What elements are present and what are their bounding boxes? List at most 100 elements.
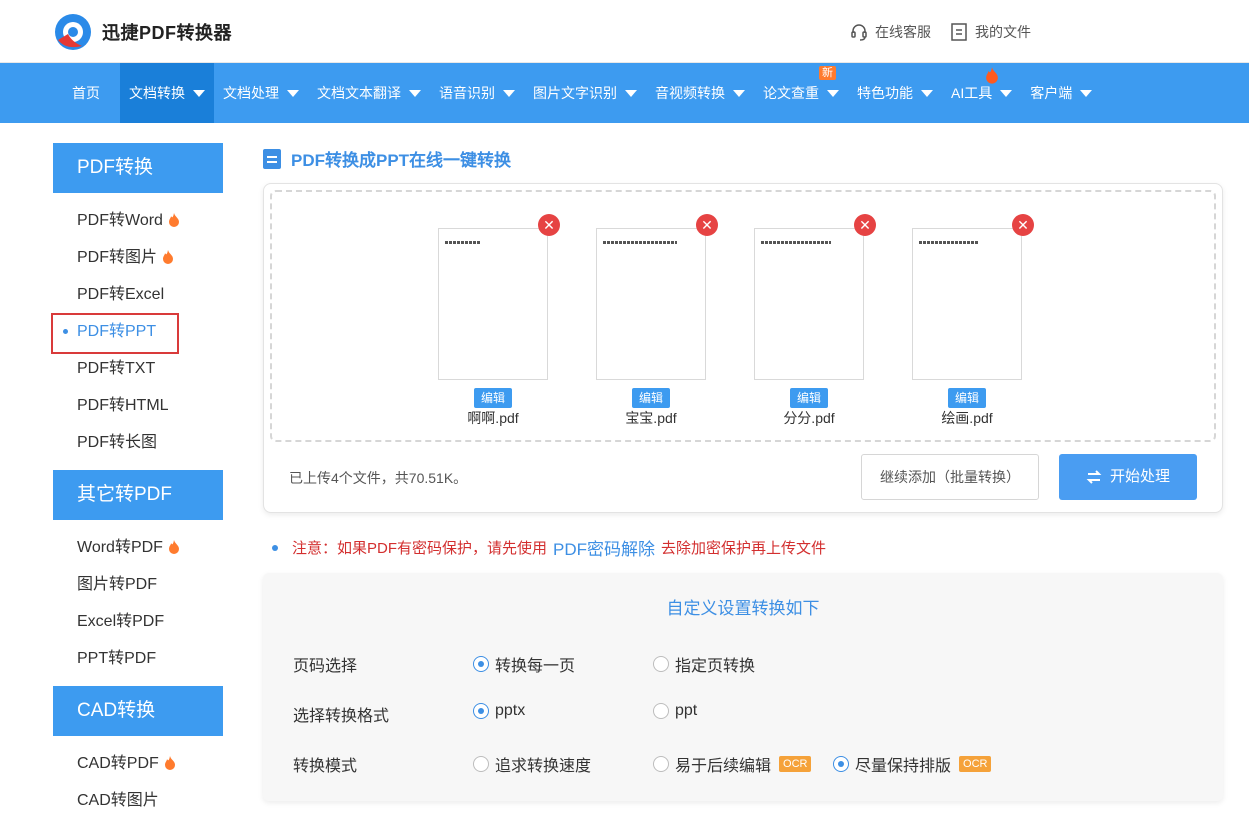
sidebar-item-pdf-to-image[interactable]: PDF转图片 xyxy=(53,239,223,276)
thumbnail-text-line xyxy=(603,241,677,244)
radio-unchecked-icon xyxy=(653,656,669,672)
setting-label: 选择转换格式 xyxy=(293,708,390,725)
nav-speech[interactable]: 语音识别 xyxy=(430,63,524,123)
nav-paper-check[interactable]: 论文查重 新 xyxy=(754,63,848,123)
nav-doc-process-label: 文档处理 xyxy=(223,85,279,101)
radio-unchecked-icon xyxy=(473,756,489,772)
customer-service-link[interactable]: 在线客服 xyxy=(849,22,931,42)
chevron-down-icon xyxy=(921,89,933,97)
nav-doc-process[interactable]: 文档处理 xyxy=(214,63,308,123)
nav-image-ocr[interactable]: 图片文字识别 xyxy=(524,63,646,123)
chevron-down-icon xyxy=(193,89,205,97)
radio-label: pptx xyxy=(495,702,526,719)
radio-checked-icon xyxy=(833,756,849,772)
radio-label: 转换每一页 xyxy=(495,658,576,675)
sidebar-item-pdf-to-excel[interactable]: PDF转Excel xyxy=(53,276,223,313)
delete-file-button[interactable]: ✕ xyxy=(1012,214,1034,236)
nav-features-label: 特色功能 xyxy=(857,85,913,101)
nav-home[interactable]: 首页 xyxy=(62,63,120,123)
bullet-icon xyxy=(272,544,278,551)
file-name: 分分.pdf xyxy=(783,410,835,426)
logo[interactable]: 迅捷PDF转换器 xyxy=(52,12,232,52)
radio-specific-pages[interactable]: 指定页转换 xyxy=(653,652,755,676)
file-card: ✕ 编辑 分分.pdf xyxy=(754,214,876,428)
edit-file-button[interactable]: 编辑 xyxy=(632,388,670,408)
nav-client[interactable]: 客户端 xyxy=(1021,63,1101,123)
radio-label: 指定页转换 xyxy=(675,658,756,675)
radio-label: ppt xyxy=(675,702,698,719)
chevron-down-icon xyxy=(625,89,637,97)
delete-file-button[interactable]: ✕ xyxy=(854,214,876,236)
sidebar: PDF转换 PDF转Word PDF转图片 PDF转Excel PDF转PPT … xyxy=(53,143,223,828)
top-bar: 迅捷PDF转换器 在线客服 我的文件 xyxy=(0,0,1249,63)
thumbnail-text-line xyxy=(761,241,831,244)
file-thumbnail[interactable] xyxy=(596,228,706,380)
sidebar-item-pdf-to-word[interactable]: PDF转Word xyxy=(53,202,223,239)
radio-checked-icon xyxy=(473,703,489,719)
sidebar-item-cad-to-image[interactable]: CAD转图片 xyxy=(53,782,223,819)
nav-ai-tools[interactable]: AI工具 xyxy=(942,63,1021,123)
document-icon xyxy=(263,148,281,169)
sidebar-item-pdf-to-txt[interactable]: PDF转TXT xyxy=(53,350,223,387)
add-more-button[interactable]: 继续添加（批量转换） xyxy=(861,454,1039,500)
fire-icon xyxy=(163,250,174,264)
fire-icon xyxy=(164,756,175,770)
upload-panel: ✕ 编辑 啊啊.pdf ✕ 编辑 宝宝.pdf ✕ 编辑 分分.pdf ✕ 编辑… xyxy=(263,183,1223,513)
radio-editable-mode[interactable]: 易于后续编辑 OCR xyxy=(653,752,812,776)
nav-doc-convert[interactable]: 文档转换 xyxy=(120,63,214,123)
sidebar-item-image-to-pdf[interactable]: 图片转PDF xyxy=(53,566,223,603)
sidebar-item-word-to-pdf[interactable]: Word转PDF xyxy=(53,529,223,566)
file-drop-zone[interactable]: ✕ 编辑 啊啊.pdf ✕ 编辑 宝宝.pdf ✕ 编辑 分分.pdf ✕ 编辑… xyxy=(270,190,1216,442)
file-thumbnail[interactable] xyxy=(754,228,864,380)
sidebar-item-label: PDF转Word xyxy=(77,212,163,229)
sidebar-group-other-to-pdf: 其它转PDF xyxy=(53,470,223,520)
file-thumbnail[interactable] xyxy=(912,228,1022,380)
radio-unchecked-icon xyxy=(653,703,669,719)
top-links: 在线客服 我的文件 xyxy=(849,22,1031,42)
edit-file-button[interactable]: 编辑 xyxy=(948,388,986,408)
radio-label: 追求转换速度 xyxy=(495,758,592,775)
delete-file-button[interactable]: ✕ xyxy=(696,214,718,236)
nav-image-ocr-label: 图片文字识别 xyxy=(533,85,617,101)
sidebar-item-cad-to-pdf[interactable]: CAD转PDF xyxy=(53,745,223,782)
nav-doc-translate[interactable]: 文档文本翻译 xyxy=(308,63,430,123)
pdf-password-remove-link[interactable]: PDF密码解除 xyxy=(553,535,655,560)
radio-pptx[interactable]: pptx xyxy=(473,702,525,720)
radio-keep-layout-mode[interactable]: 尽量保持排版 OCR xyxy=(833,752,992,776)
file-icon xyxy=(951,23,967,41)
radio-convert-every-page[interactable]: 转换每一页 xyxy=(473,652,575,676)
chevron-down-icon xyxy=(1080,89,1093,97)
setting-label: 转换模式 xyxy=(293,758,358,775)
sidebar-item-excel-to-pdf[interactable]: Excel转PDF xyxy=(53,603,223,640)
chevron-down-icon xyxy=(503,89,515,97)
edit-file-button[interactable]: 编辑 xyxy=(474,388,512,408)
ocr-badge: OCR xyxy=(779,756,812,772)
setting-row-format: 选择转换格式 pptx ppt xyxy=(263,698,1223,728)
file-name: 啊啊.pdf xyxy=(467,410,519,426)
settings-title: 自定义设置转换如下 xyxy=(666,599,820,618)
swap-icon xyxy=(1086,470,1102,484)
edit-file-button[interactable]: 编辑 xyxy=(790,388,828,408)
nav-features[interactable]: 特色功能 xyxy=(848,63,942,123)
file-name: 绘画.pdf xyxy=(941,410,993,426)
file-thumbnail[interactable] xyxy=(438,228,548,380)
chevron-down-icon xyxy=(827,89,839,97)
start-process-button[interactable]: 开始处理 xyxy=(1059,454,1197,500)
logo-icon xyxy=(55,14,91,50)
nav-home-label: 首页 xyxy=(72,85,100,101)
my-files-link[interactable]: 我的文件 xyxy=(949,22,1031,42)
sidebar-item-ppt-to-pdf[interactable]: PPT转PDF xyxy=(53,640,223,677)
delete-file-button[interactable]: ✕ xyxy=(538,214,560,236)
sidebar-item-pdf-to-html[interactable]: PDF转HTML xyxy=(53,387,223,424)
radio-ppt[interactable]: ppt xyxy=(653,702,697,720)
my-files-label: 我的文件 xyxy=(975,24,1031,40)
sidebar-item-label: 图片转PDF xyxy=(77,576,158,593)
password-notice: 注意：如果PDF有密码保护，请先使用 PDF密码解除 去除加密保护再上传文件 xyxy=(272,535,826,560)
radio-speed-mode[interactable]: 追求转换速度 xyxy=(473,752,591,776)
upload-status: 已上传4个文件，共70.51K。 xyxy=(289,470,468,486)
nav-av-convert[interactable]: 音视频转换 xyxy=(646,63,754,123)
nav-speech-label: 语音识别 xyxy=(439,85,495,101)
sidebar-item-pdf-to-long-image[interactable]: PDF转长图 xyxy=(53,424,223,461)
conversion-settings: 自定义设置转换如下 页码选择 转换每一页 指定页转换 选择转换格式 pptx p… xyxy=(263,573,1223,801)
sidebar-item-label: CAD转图片 xyxy=(77,792,159,809)
